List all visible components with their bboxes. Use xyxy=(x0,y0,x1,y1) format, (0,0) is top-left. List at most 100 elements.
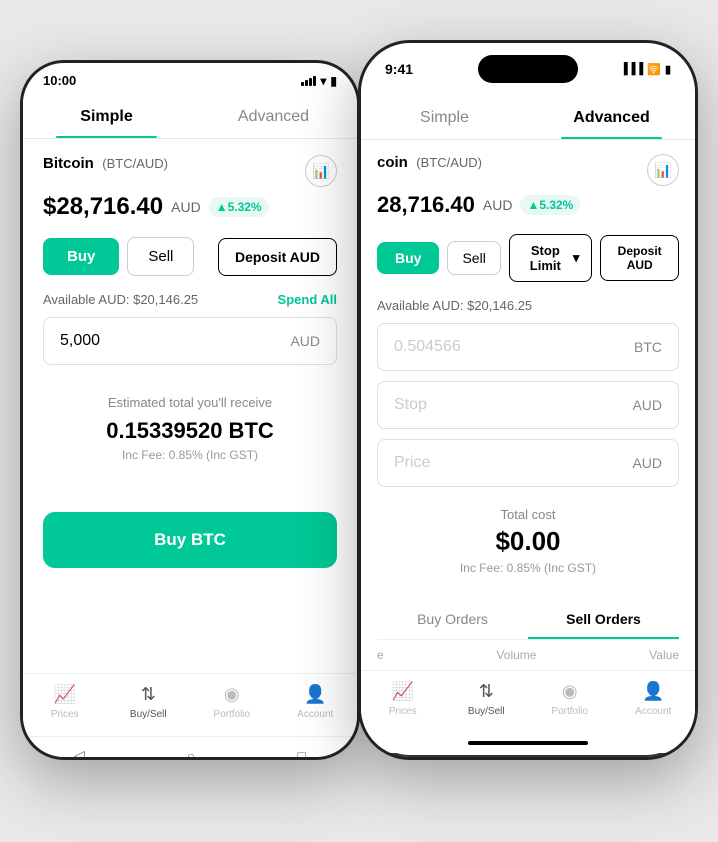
orders-tabs: Buy Orders Sell Orders xyxy=(377,601,679,640)
estimated-label: Estimated total you'll receive xyxy=(43,395,337,410)
price-currency-left: AUD xyxy=(171,199,201,215)
coin-name-right: coin xyxy=(377,154,408,171)
content-left: Bitcoin (BTC/AUD) 📊 $28,716.40 AUD ▲5.32… xyxy=(23,139,357,673)
status-bar-left: 10:00 ▾ ▮ xyxy=(23,63,357,94)
chevron-down-icon: ▾ xyxy=(573,250,580,266)
price-change-right: ▲5.32% xyxy=(520,195,580,215)
input-stop-field[interactable]: Stop AUD xyxy=(377,381,679,429)
orders-col2: Volume xyxy=(496,648,536,662)
content-right: coin (BTC/AUD) 📊 28,716.40 AUD ▲5.32% Bu… xyxy=(361,140,695,670)
fee-text-right: Inc Fee: 0.85% (Inc GST) xyxy=(377,561,679,575)
orders-col3: Value xyxy=(649,648,679,662)
nav-portfolio-left[interactable]: ◉ Portfolio xyxy=(190,684,274,720)
price-value-input: Price xyxy=(394,454,430,472)
buysell-icon-right: ⇅ xyxy=(479,681,494,702)
stop-currency: AUD xyxy=(632,397,662,413)
stop-limit-button[interactable]: Stop Limit ▾ xyxy=(509,234,593,282)
phone-left: 10:00 ▾ ▮ Simple Advanced xyxy=(20,60,360,760)
price-currency-right: AUD xyxy=(483,197,513,213)
tabs-right: Simple Advanced xyxy=(361,95,695,140)
android-nav: ◁ ○ □ xyxy=(23,736,357,760)
nav-prices-left[interactable]: 📈 Prices xyxy=(23,684,107,720)
buy-orders-tab[interactable]: Buy Orders xyxy=(377,601,528,639)
coin-title-right: coin (BTC/AUD) xyxy=(377,154,482,172)
account-icon-right: 👤 xyxy=(642,681,664,702)
prices-icon-left: 📈 xyxy=(54,684,76,705)
aud-value: 5,000 xyxy=(60,332,100,350)
chart-icon-left[interactable]: 📊 xyxy=(305,155,337,187)
screen-left: Simple Advanced Bitcoin (BTC/AUD) 📊 $28,… xyxy=(23,94,357,736)
tabs-left: Simple Advanced xyxy=(23,94,357,139)
signal-icon xyxy=(301,76,316,86)
input-price-field[interactable]: Price AUD xyxy=(377,439,679,487)
deposit-button-left[interactable]: Deposit AUD xyxy=(218,238,337,276)
screen-right: Simple Advanced coin (BTC/AUD) 📊 28,716.… xyxy=(361,95,695,753)
android-recent[interactable]: □ xyxy=(297,748,305,761)
available-row-left: Available AUD: $20,146.25 Spend All xyxy=(43,292,337,307)
price-currency-input: AUD xyxy=(632,455,662,471)
iphone-time: 9:41 xyxy=(385,61,413,77)
stop-value: Stop xyxy=(394,396,427,414)
account-label-left: Account xyxy=(297,709,333,720)
battery-icon: ▮ xyxy=(330,74,337,88)
tab-advanced-right[interactable]: Advanced xyxy=(528,95,695,139)
bottom-nav-right: 📈 Prices ⇅ Buy/Sell ◉ Portfolio 👤 Accoun… xyxy=(361,670,695,733)
android-home[interactable]: ○ xyxy=(187,748,195,761)
btc-currency: BTC xyxy=(634,339,662,355)
nav-buysell-right[interactable]: ⇅ Buy/Sell xyxy=(445,681,529,717)
coin-header-right: coin (BTC/AUD) 📊 xyxy=(377,154,679,186)
total-value: $0.00 xyxy=(377,526,679,557)
home-indicator xyxy=(361,733,695,753)
portfolio-icon-left: ◉ xyxy=(224,684,240,705)
buy-button-right[interactable]: Buy xyxy=(377,242,439,274)
buy-btc-button[interactable]: Buy BTC xyxy=(43,512,337,568)
price-change-left: ▲5.32% xyxy=(209,197,269,217)
iphone-wifi-icon: 🛜 xyxy=(647,63,661,76)
input-btc-field[interactable]: 0.504566 BTC xyxy=(377,323,679,371)
input-aud-field[interactable]: 5,000 AUD xyxy=(43,317,337,365)
chart-icon-right[interactable]: 📊 xyxy=(647,154,679,186)
prices-label-right: Prices xyxy=(389,706,417,717)
price-row-left: $28,716.40 AUD ▲5.32% xyxy=(43,193,337,221)
action-buttons-right: Buy Sell Stop Limit ▾ Deposit AUD xyxy=(377,234,679,282)
estimated-box: Estimated total you'll receive 0.1533952… xyxy=(43,375,337,482)
buysell-icon-left: ⇅ xyxy=(141,684,156,705)
spend-all-button[interactable]: Spend All xyxy=(278,292,337,307)
deposit-button-right[interactable]: Deposit AUD xyxy=(600,235,679,281)
orders-header: e Volume Value xyxy=(377,640,679,670)
price-value-left: $28,716.40 xyxy=(43,193,163,221)
fee-text-left: Inc Fee: 0.85% (Inc GST) xyxy=(43,448,337,462)
portfolio-label-right: Portfolio xyxy=(551,706,588,717)
nav-account-left[interactable]: 👤 Account xyxy=(274,684,358,720)
coin-pair-left: (BTC/AUD) xyxy=(102,156,168,171)
price-row-right: 28,716.40 AUD ▲5.32% xyxy=(377,192,679,218)
orders-col1: e xyxy=(377,648,384,662)
android-back[interactable]: ◁ xyxy=(74,747,85,760)
sell-orders-tab[interactable]: Sell Orders xyxy=(528,601,679,639)
nav-account-right[interactable]: 👤 Account xyxy=(612,681,696,717)
tab-simple-left[interactable]: Simple xyxy=(23,94,190,138)
nav-portfolio-right[interactable]: ◉ Portfolio xyxy=(528,681,612,717)
phone-right: 9:41 ▐▐▐ 🛜 ▮ Simple Advanced coin xyxy=(358,40,698,760)
nav-prices-right[interactable]: 📈 Prices xyxy=(361,681,445,717)
prices-label-left: Prices xyxy=(51,709,79,720)
price-value-right: 28,716.40 xyxy=(377,192,475,218)
available-label-right: Available AUD: $20,146.25 xyxy=(377,298,532,313)
coin-title-left: Bitcoin (BTC/AUD) xyxy=(43,155,168,173)
tab-simple-right[interactable]: Simple xyxy=(361,95,528,139)
tab-advanced-left[interactable]: Advanced xyxy=(190,94,357,138)
status-icons-left: ▾ ▮ xyxy=(301,74,337,88)
wifi-icon: ▾ xyxy=(320,74,326,88)
total-box: Total cost $0.00 Inc Fee: 0.85% (Inc GST… xyxy=(377,497,679,591)
iphone-status-bar: 9:41 ▐▐▐ 🛜 ▮ xyxy=(385,61,671,77)
nav-buysell-left[interactable]: ⇅ Buy/Sell xyxy=(107,684,191,720)
buysell-label-left: Buy/Sell xyxy=(130,709,167,720)
sell-button-right[interactable]: Sell xyxy=(447,241,500,275)
iphone-battery-icon: ▮ xyxy=(665,63,671,76)
account-icon-left: 👤 xyxy=(304,684,326,705)
buy-button-left[interactable]: Buy xyxy=(43,238,119,275)
time-left: 10:00 xyxy=(43,73,76,88)
available-row-right: Available AUD: $20,146.25 xyxy=(377,298,679,313)
estimated-value: 0.15339520 BTC xyxy=(43,418,337,444)
sell-button-left[interactable]: Sell xyxy=(127,237,194,276)
